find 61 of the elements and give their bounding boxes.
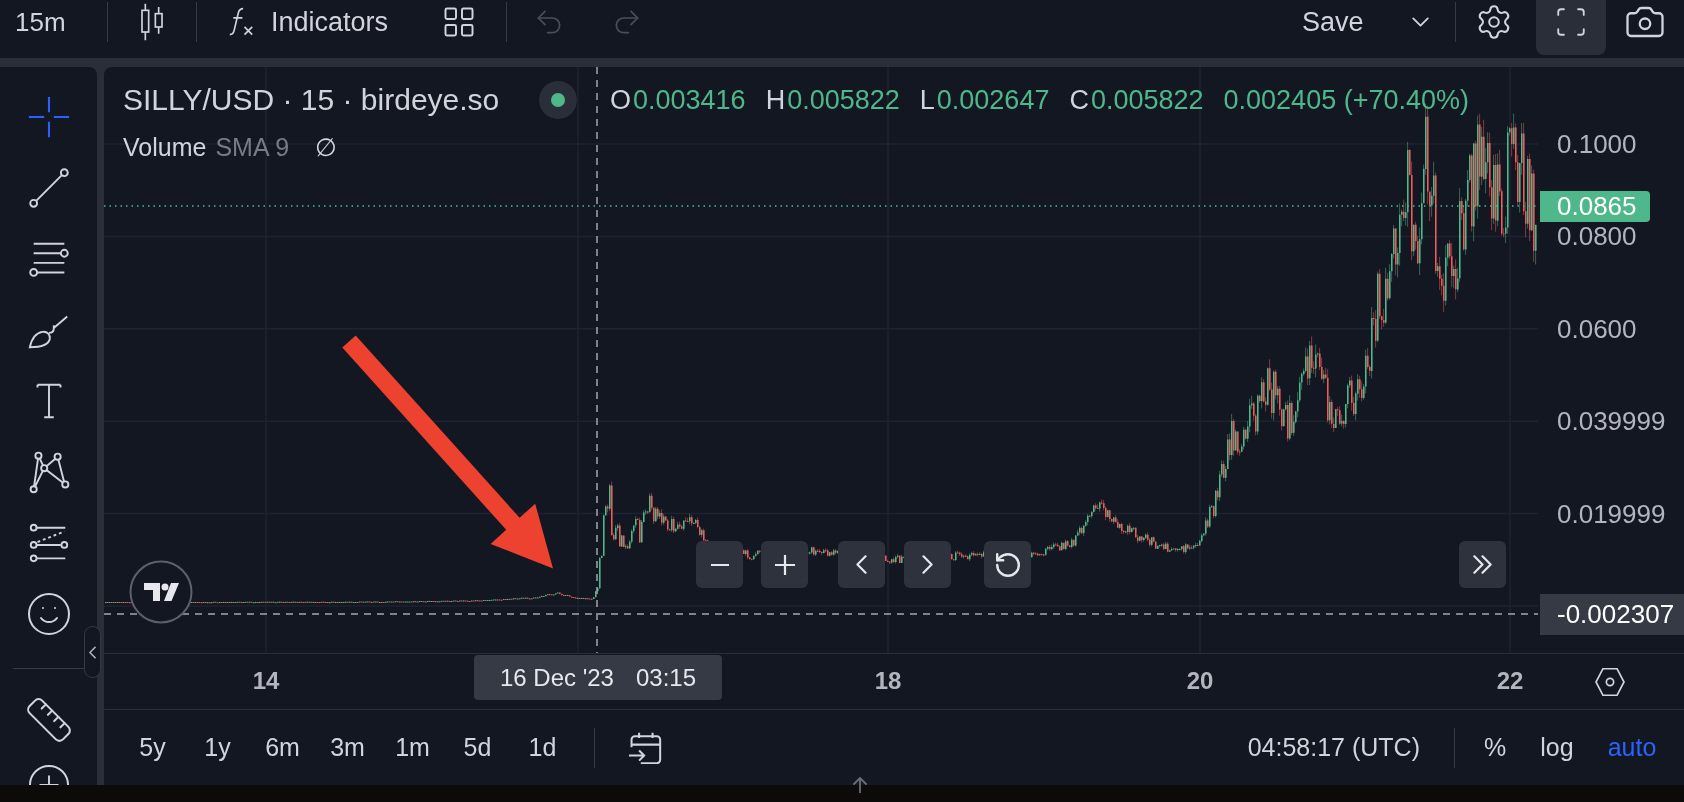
scroll-left-button[interactable] xyxy=(838,541,885,588)
range-button[interactable]: 5d xyxy=(445,725,510,770)
time-label: 14 xyxy=(252,666,280,696)
ohlc-label: L xyxy=(919,83,935,117)
indicator-params: SMA 9 xyxy=(215,132,290,164)
indicators-button[interactable]: Indicators xyxy=(197,0,412,44)
price-label: 0.039999 xyxy=(1557,406,1666,437)
plus-icon xyxy=(774,554,795,575)
crosshair-date: 16 Dec '23 xyxy=(499,662,614,693)
zoom-in-button[interactable] xyxy=(761,541,808,588)
range-button[interactable]: 6m xyxy=(250,725,315,770)
crosshair-price-label: -0.002307 xyxy=(1540,594,1684,635)
clock-time: 04:58:17 (UTC) xyxy=(1247,731,1420,763)
price-label: 0.1000 xyxy=(1557,129,1637,159)
time-label: 18 xyxy=(874,666,902,696)
ohlc-label: C xyxy=(1069,83,1089,117)
fullscreen-icon xyxy=(1554,5,1588,39)
ohlc-label: H xyxy=(765,83,786,117)
price-label: 0.0600 xyxy=(1557,313,1637,344)
logo-icon[interactable] xyxy=(129,560,193,624)
calendar-arrow-icon xyxy=(628,731,662,764)
range-button[interactable]: 1m xyxy=(380,725,445,770)
indicator-name: Volume xyxy=(123,132,207,164)
scale-mode-button[interactable]: log xyxy=(1530,725,1584,770)
range-button[interactable]: 5y xyxy=(120,725,185,770)
ohlc-value: 0.005822 xyxy=(787,83,900,117)
range-button[interactable]: 1y xyxy=(185,725,250,770)
collapse-toolbar-button[interactable] xyxy=(84,626,101,678)
price-label: 0.019999 xyxy=(1557,498,1666,529)
range-button[interactable]: 1d xyxy=(510,725,575,770)
time-label: 20 xyxy=(1186,666,1214,696)
ohlc-value: 0.003416 xyxy=(633,83,746,117)
chevron-right-icon xyxy=(922,555,933,574)
scale-mode-button[interactable]: % xyxy=(1465,725,1525,770)
save-button[interactable]: Save xyxy=(1282,0,1455,44)
ohlc-value: 0.002647 xyxy=(936,83,1050,117)
scale-mode-button[interactable]: auto xyxy=(1600,725,1664,770)
range-button[interactable]: 3m xyxy=(315,725,380,770)
reset-button[interactable] xyxy=(984,541,1031,588)
candlestick-icon xyxy=(140,2,164,42)
fullscreen-button[interactable] xyxy=(1536,0,1606,55)
caret-icon xyxy=(1412,17,1429,27)
chevron-left-icon xyxy=(89,645,96,659)
time-label: 22 xyxy=(1496,666,1524,696)
scroll-to-latest-button[interactable] xyxy=(1459,541,1506,588)
interval-button[interactable]: 15m xyxy=(0,0,107,44)
double-chevron-icon xyxy=(1473,555,1492,574)
ohlc-label: O xyxy=(610,83,631,117)
minus-icon xyxy=(709,563,730,566)
up-arrow-icon xyxy=(853,777,867,793)
ohlc-value: 0.005822 xyxy=(1090,83,1204,117)
symbol-title: SILLY/USD · 15 · birdeye.so xyxy=(123,82,500,118)
reset-icon xyxy=(995,552,1020,577)
price-label: 0.0800 xyxy=(1557,221,1637,252)
indicator-value: ∅ xyxy=(315,132,338,164)
price-change: 0.002405 (+70.40%) xyxy=(1223,83,1469,117)
chevron-left-icon xyxy=(856,555,867,574)
scroll-right-button[interactable] xyxy=(904,541,951,588)
hexagon-settings-icon xyxy=(1595,667,1625,696)
last-price-label: 0.0865 xyxy=(1540,191,1650,222)
crosshair-time: 03:15 xyxy=(635,662,697,693)
